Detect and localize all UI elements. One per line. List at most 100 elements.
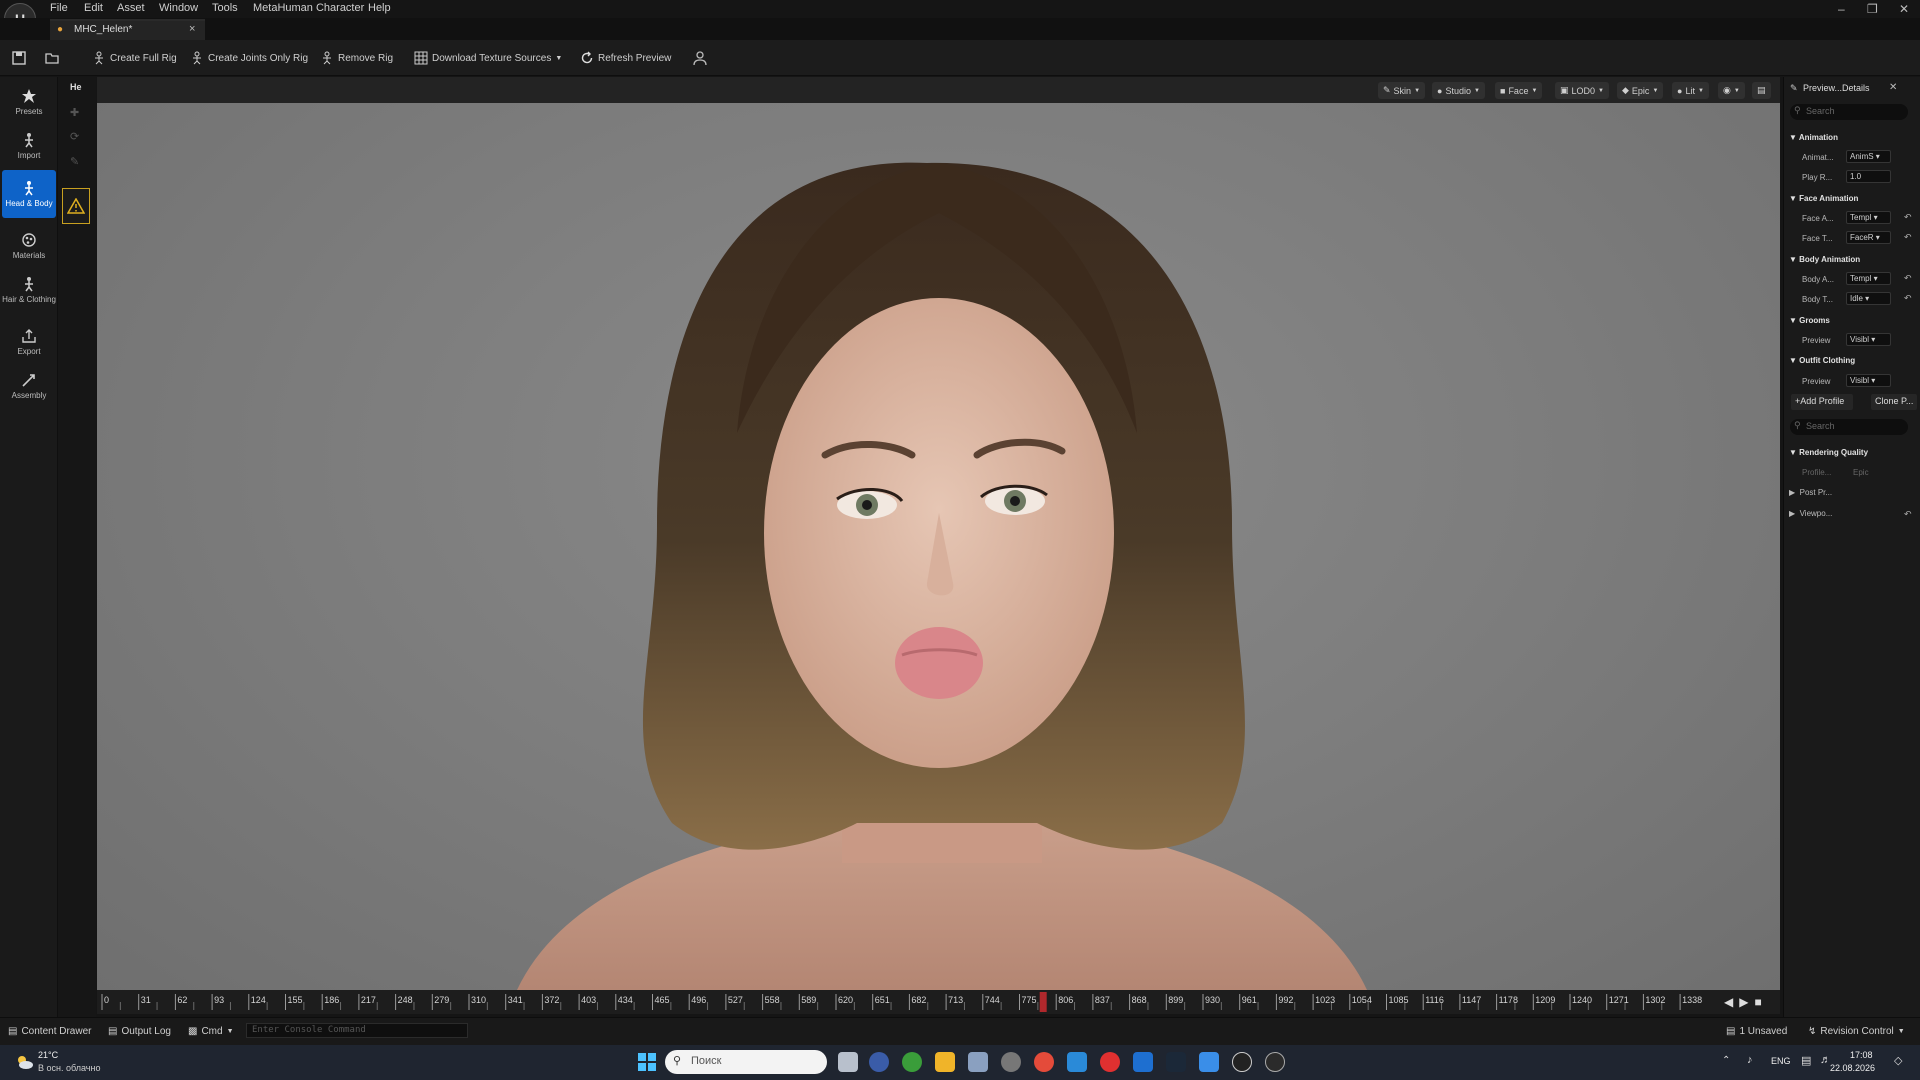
quality-dropdown[interactable]: ◆ Epic ▼ — [1617, 82, 1664, 99]
revision-control-button[interactable]: ↯ Revision Control ▼ — [1808, 1026, 1905, 1037]
body-a-dropdown[interactable]: Templ ▾ — [1846, 272, 1891, 285]
store-icon[interactable] — [1133, 1052, 1153, 1072]
create-full-rig-button[interactable]: Create Full Rig — [92, 49, 177, 67]
face-t-dropdown[interactable]: FaceR ▾ — [1846, 231, 1891, 244]
skin-dropdown[interactable]: ✎ Skin ▼ — [1378, 82, 1426, 99]
sidebar-item-export[interactable]: Export — [2, 320, 56, 364]
lit-dropdown[interactable]: ● Lit ▼ — [1672, 82, 1709, 99]
create-joints-only-rig-button[interactable]: Create Joints Only Rig — [190, 49, 308, 67]
tab-mhc-helen[interactable]: ● MHC_Helen* × — [50, 19, 205, 40]
reset-icon[interactable]: ↶ — [1904, 509, 1912, 520]
pen-app-icon[interactable] — [1067, 1052, 1087, 1072]
studio-dropdown[interactable]: ● Studio ▼ — [1432, 82, 1485, 99]
reset-icon[interactable]: ↶ — [1904, 293, 1912, 304]
play-forward-icon[interactable]: ▶ — [1739, 995, 1748, 1009]
user-icon[interactable] — [692, 50, 708, 69]
tray-chevron-icon[interactable]: ⌃ — [1722, 1055, 1730, 1066]
chrome-icon[interactable] — [1034, 1052, 1054, 1072]
windows-start-icon[interactable] — [637, 1052, 657, 1072]
details-search-input[interactable]: ⚲ Search — [1790, 104, 1908, 120]
viewport-layout-button[interactable]: ▤ — [1752, 82, 1771, 99]
microphone-icon[interactable]: ♪ — [1747, 1054, 1753, 1066]
sidebar-item-head-body[interactable]: Head & Body — [2, 170, 56, 218]
menu-help[interactable]: Help — [368, 2, 391, 14]
file-explorer-icon[interactable] — [935, 1052, 955, 1072]
settings-icon[interactable] — [1001, 1052, 1021, 1072]
yandex-icon[interactable] — [1100, 1052, 1120, 1072]
brush-tool-icon[interactable]: ✎ — [70, 155, 79, 168]
section-rendering-quality[interactable]: ▼ Rendering Quality — [1789, 448, 1868, 457]
steam-icon[interactable] — [1166, 1052, 1186, 1072]
taskbar-search-input[interactable]: ⚲ Поиск — [665, 1050, 827, 1074]
language-indicator[interactable]: ENG — [1771, 1056, 1791, 1066]
task-view-icon[interactable] — [838, 1052, 858, 1072]
menu-asset[interactable]: Asset — [117, 2, 145, 14]
unreal-editor-taskbar-icon[interactable] — [1265, 1052, 1285, 1072]
download-texture-sources-button[interactable]: Download Texture Sources ▼ — [414, 49, 562, 67]
face-dropdown[interactable]: ■ Face ▼ — [1495, 82, 1543, 99]
reset-icon[interactable]: ↶ — [1904, 273, 1912, 284]
browse-icon[interactable] — [45, 51, 59, 68]
output-log-button[interactable]: ▤ Output Log — [108, 1026, 171, 1037]
play-rate-input[interactable]: 1.0 — [1846, 170, 1891, 183]
timeline-playhead[interactable] — [1039, 992, 1047, 1012]
sidebar-item-materials[interactable]: Materials — [2, 224, 56, 268]
menu-edit[interactable]: Edit — [84, 2, 103, 14]
details-close-icon[interactable]: ✕ — [1889, 82, 1897, 93]
body-t-dropdown[interactable]: Idle ▾ — [1846, 292, 1891, 305]
section-grooms[interactable]: ▼ Grooms — [1789, 316, 1830, 325]
unsaved-button[interactable]: ▤ 1 Unsaved — [1726, 1026, 1787, 1037]
menu-window[interactable]: Window — [159, 2, 198, 14]
unreal-taskbar-icon[interactable] — [1232, 1052, 1252, 1072]
post-process-row[interactable]: ▶ Post Pr... — [1789, 488, 1832, 497]
clock-time[interactable]: 17:08 — [1850, 1050, 1873, 1060]
menu-file[interactable]: File — [50, 2, 68, 14]
section-face-animation[interactable]: ▼ Face Animation — [1789, 194, 1858, 203]
menu-metahuman-character[interactable]: MetaHuman Character — [253, 2, 364, 14]
content-drawer-button[interactable]: ▤ Content Drawer — [8, 1026, 91, 1037]
browser-icon[interactable] — [869, 1052, 889, 1072]
sidebar-item-import[interactable]: Import — [2, 124, 56, 168]
outfit-preview-dropdown[interactable]: Visibl ▾ — [1846, 374, 1891, 387]
viewport-row[interactable]: ▶ Viewpo... — [1789, 509, 1832, 518]
close-window-icon[interactable]: ✕ — [1899, 2, 1909, 16]
warning-button[interactable] — [62, 188, 90, 224]
section-body-animation[interactable]: ▼ Body Animation — [1789, 255, 1860, 264]
animation-dropdown[interactable]: AnimS ▾ — [1846, 150, 1891, 163]
weather-icon[interactable] — [14, 1052, 34, 1072]
section-outfit-clothing[interactable]: ▼ Outfit Clothing — [1789, 356, 1855, 365]
minimize-icon[interactable]: – — [1838, 2, 1845, 16]
profile-search-input[interactable]: ⚲ Search — [1790, 419, 1908, 435]
remove-rig-button[interactable]: Remove Rig — [320, 49, 393, 67]
sidebar-item-assembly[interactable]: Assembly — [2, 364, 56, 408]
face-a-dropdown[interactable]: Templ ▾ — [1846, 211, 1891, 224]
character-viewport[interactable] — [97, 103, 1780, 990]
reset-icon[interactable]: ↶ — [1904, 232, 1912, 243]
reset-icon[interactable]: ↶ — [1904, 212, 1912, 223]
save-icon[interactable] — [12, 51, 26, 68]
console-input[interactable]: Enter Console Command — [246, 1023, 468, 1038]
refresh-preview-button[interactable]: Refresh Preview — [580, 49, 671, 67]
move-tool-icon[interactable]: ✚ — [70, 106, 79, 119]
clone-profile-button[interactable]: Clone P... — [1871, 394, 1917, 410]
play-backward-icon[interactable]: ◀ — [1724, 995, 1733, 1009]
app-icon[interactable] — [902, 1052, 922, 1072]
sidebar-item-presets[interactable]: Presets — [2, 80, 56, 124]
restore-icon[interactable]: ❐ — [1867, 2, 1878, 16]
cmd-dropdown[interactable]: ▩ Cmd ▼ — [188, 1026, 234, 1037]
grooms-preview-dropdown[interactable]: Visibl ▾ — [1846, 333, 1891, 346]
rotate-tool-icon[interactable]: ⟳ — [70, 130, 79, 143]
calculator-icon[interactable] — [968, 1052, 988, 1072]
tab-close-icon[interactable]: × — [189, 23, 195, 35]
add-profile-button[interactable]: +Add Profile — [1791, 394, 1853, 410]
tool-tab-head[interactable]: He — [70, 82, 82, 92]
stop-icon[interactable]: ■ — [1754, 995, 1761, 1009]
network-icon[interactable]: ▤ — [1801, 1054, 1811, 1067]
notepad-icon[interactable] — [1199, 1052, 1219, 1072]
lod-dropdown[interactable]: ▣ LOD0 ▼ — [1555, 82, 1609, 99]
notifications-icon[interactable]: ◇ — [1894, 1054, 1902, 1067]
section-animation[interactable]: ▼ Animation — [1789, 133, 1838, 142]
menu-tools[interactable]: Tools — [212, 2, 238, 14]
clock-date[interactable]: 22.08.2026 — [1830, 1063, 1875, 1073]
sidebar-item-hair-clothing[interactable]: Hair & Clothing — [2, 266, 56, 314]
